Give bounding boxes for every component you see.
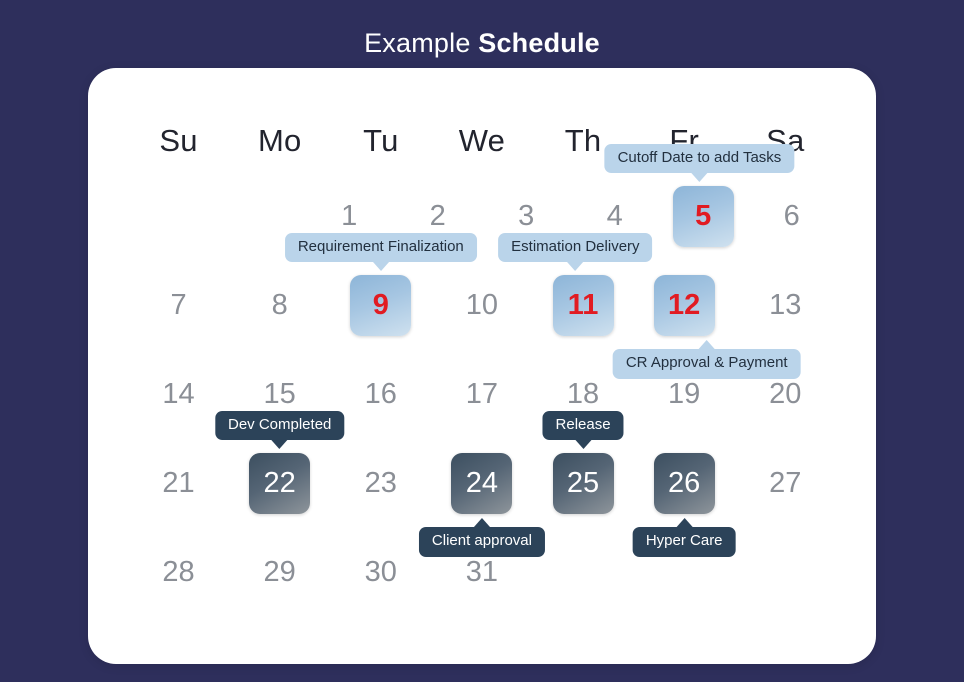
day-number-highlight: 12 <box>653 275 715 336</box>
day-cell-8[interactable]: 8 <box>229 261 330 350</box>
day-cell-23[interactable]: 23 <box>330 439 431 528</box>
weekday-label: Tu <box>363 123 399 158</box>
day-cell-5[interactable]: Cutoff Date to add Tasks 5 <box>604 143 795 261</box>
day-number: 16 <box>364 378 397 410</box>
weekday-header-su: Su <box>128 110 229 172</box>
day-cell-10[interactable]: 10 <box>431 261 532 350</box>
calendar-week-2: 7 8 Requirement Finalization 9 10 Estima… <box>128 232 836 379</box>
weekday-label: Su <box>159 123 198 158</box>
weekday-header-mo: Mo <box>229 110 330 172</box>
weekday-label: We <box>458 123 506 158</box>
page-title: Example Schedule <box>0 28 964 59</box>
day-cell-26[interactable]: 26 Hyper Care <box>632 439 736 557</box>
event-tooltip-cutoff[interactable]: Cutoff Date to add Tasks <box>604 143 795 182</box>
day-number: 7 <box>170 289 187 321</box>
day-number: 14 <box>162 378 195 410</box>
event-tooltip-dev-completed[interactable]: Dev Completed <box>214 410 345 449</box>
day-number-highlight: 24 <box>451 453 513 514</box>
day-number: 21 <box>162 467 195 499</box>
day-number: 31 <box>465 556 499 588</box>
calendar-week-1: 1 2 3 4 Cutoff Date to add Tasks 5 6 <box>128 143 837 261</box>
day-number-highlight: 22 <box>249 453 311 514</box>
calendar-card: Su Mo Tu We Th Fr Sa 1 2 3 4 Cutoff Date… <box>88 68 876 664</box>
day-cell-29[interactable]: 29 <box>229 528 330 617</box>
day-number: 1 <box>341 200 358 232</box>
day-number: 17 <box>465 378 499 410</box>
calendar-week-4: 21 Dev Completed 22 23 24 Client approva… <box>128 410 836 557</box>
day-cell-11[interactable]: Estimation Delivery 11 <box>498 232 653 350</box>
weekday-header-we: We <box>431 110 532 172</box>
day-number-highlight: 5 <box>672 186 734 247</box>
day-cell-empty <box>128 172 217 261</box>
day-number: 18 <box>566 378 600 410</box>
event-tooltip-release[interactable]: Release <box>542 410 624 449</box>
day-number: 15 <box>263 378 296 410</box>
day-number: 20 <box>769 378 802 410</box>
schedule-page: Example Schedule Su Mo Tu We Th Fr Sa 1 … <box>0 0 964 682</box>
day-number: 8 <box>271 289 288 321</box>
day-cell-24[interactable]: 24 Client approval <box>418 439 545 557</box>
event-tooltip-estimation-delivery[interactable]: Estimation Delivery <box>498 232 653 271</box>
day-number: 3 <box>518 200 535 232</box>
day-cell-14[interactable]: 14 <box>128 350 229 439</box>
event-tooltip-hyper-care[interactable]: Hyper Care <box>632 518 736 557</box>
day-cell-30[interactable]: 30 <box>330 528 431 617</box>
day-number-highlight: 9 <box>350 275 412 336</box>
day-cell-27[interactable]: 27 <box>735 439 836 528</box>
day-cell-25[interactable]: Release 25 <box>533 410 634 528</box>
day-number: 30 <box>364 556 397 588</box>
page-title-light: Example <box>364 28 479 58</box>
day-cell-12[interactable]: 12 CR Approval & Payment <box>612 261 801 379</box>
day-number: 29 <box>263 556 296 588</box>
day-cell-13[interactable]: 13 <box>735 261 836 350</box>
day-number-highlight: 25 <box>552 453 614 514</box>
page-title-bold: Schedule <box>478 28 600 58</box>
weekday-label: Mo <box>257 123 302 158</box>
weekday-header-tu: Tu <box>330 110 431 172</box>
day-cell-21[interactable]: 21 <box>128 439 229 528</box>
day-number: 10 <box>465 289 499 321</box>
day-number: 4 <box>606 200 623 232</box>
day-number: 2 <box>429 200 446 232</box>
day-number: 28 <box>162 556 195 588</box>
day-cell-28[interactable]: 28 <box>128 528 229 617</box>
day-cell-17[interactable]: 17 <box>431 350 532 439</box>
day-cell-22[interactable]: Dev Completed 22 <box>214 410 345 528</box>
calendar-grid: Su Mo Tu We Th Fr Sa 1 2 3 4 Cutoff Date… <box>128 110 836 617</box>
day-cell-empty <box>735 528 836 617</box>
event-tooltip-client-approval[interactable]: Client approval <box>418 518 545 557</box>
event-tooltip-requirement-finalization[interactable]: Requirement Finalization <box>284 232 477 271</box>
day-cell-9[interactable]: Requirement Finalization 9 <box>284 232 477 350</box>
day-number: 6 <box>783 200 800 232</box>
day-number: 27 <box>769 467 802 499</box>
day-cell-16[interactable]: 16 <box>330 350 431 439</box>
day-cell-6[interactable]: 6 <box>748 172 837 261</box>
day-number-highlight: 11 <box>552 275 614 336</box>
weekday-label: Th <box>564 123 602 158</box>
event-tooltip-cr-approval-payment[interactable]: CR Approval & Payment <box>612 340 801 379</box>
day-number: 23 <box>364 467 397 499</box>
day-number: 19 <box>668 378 701 410</box>
day-number-highlight: 26 <box>653 453 715 514</box>
day-cell-empty <box>533 528 634 617</box>
day-cell-7[interactable]: 7 <box>128 261 229 350</box>
day-number: 13 <box>769 289 802 321</box>
